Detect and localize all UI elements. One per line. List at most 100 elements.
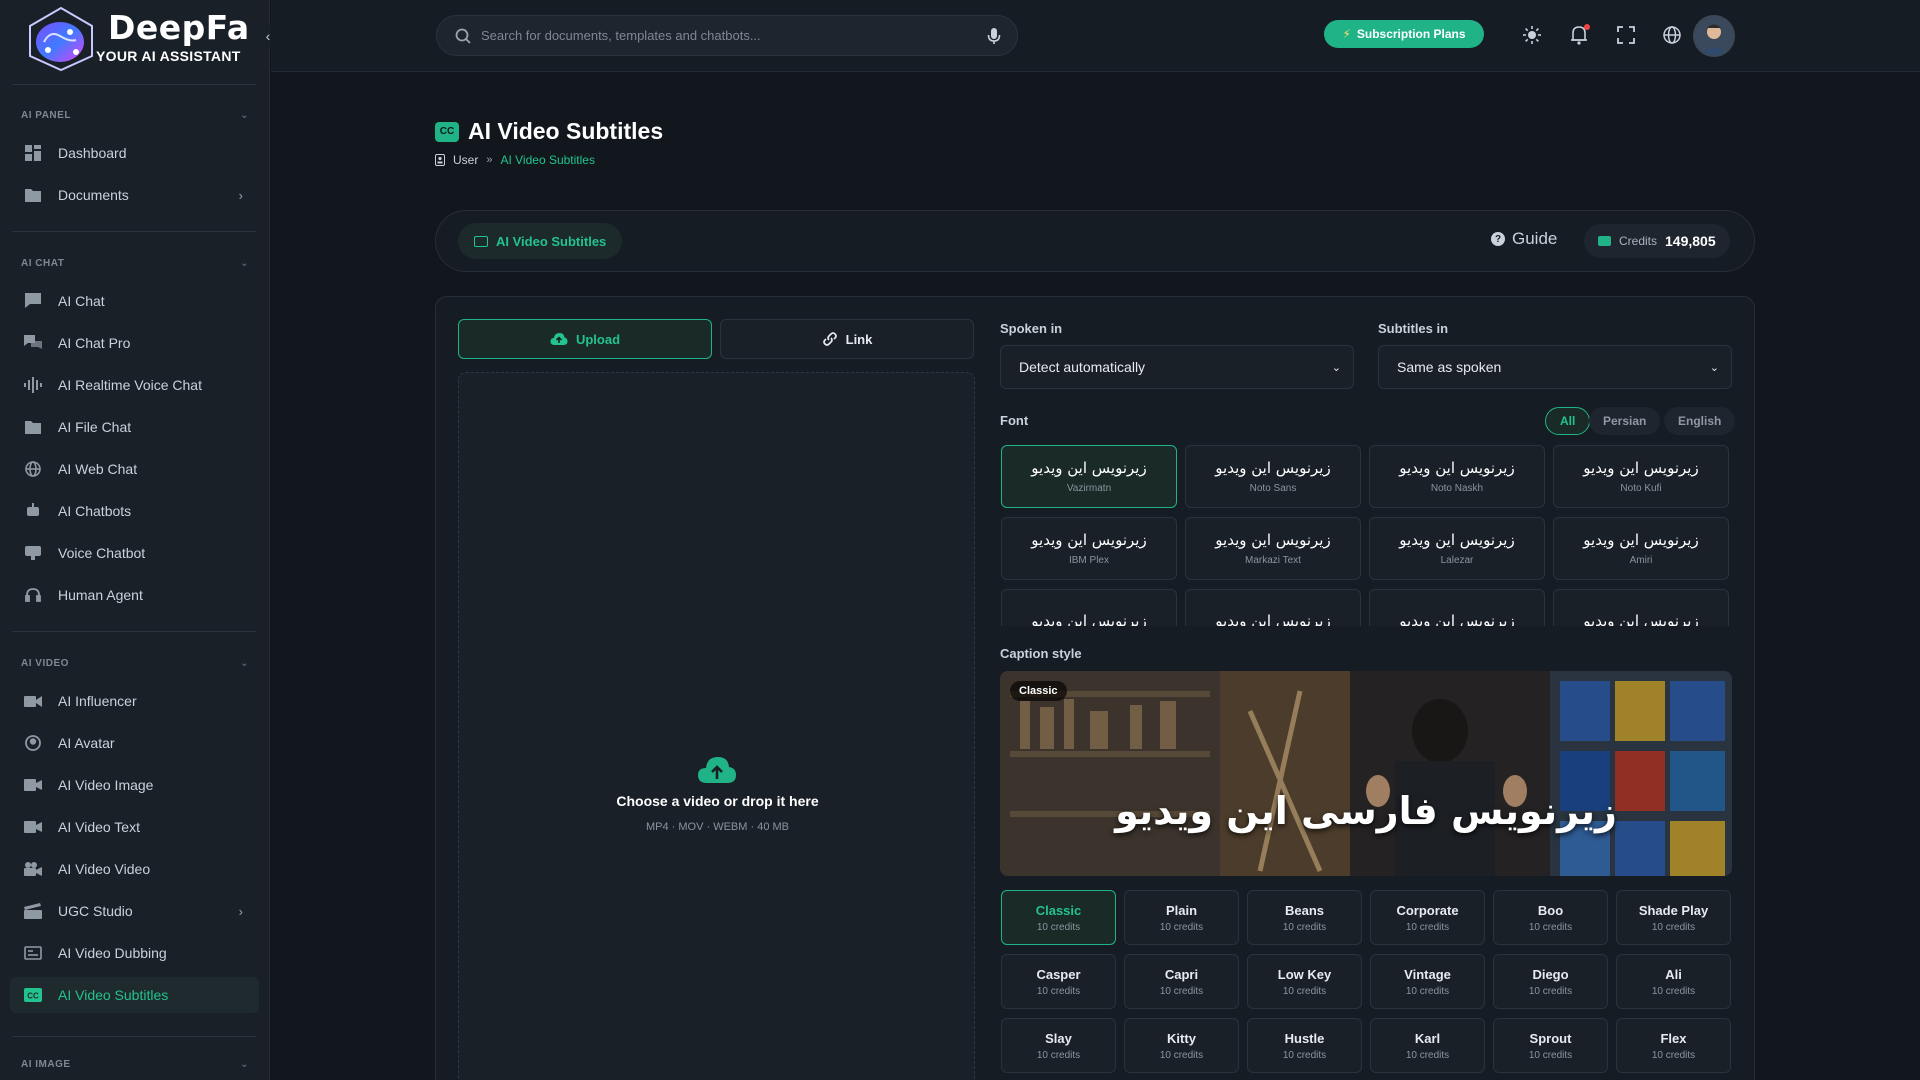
style-cost: 10 credits — [1651, 1049, 1696, 1061]
font-name: Noto Kufi — [1620, 483, 1662, 494]
sidebar-item-label: Dashboard — [58, 145, 127, 161]
sidebar-item-ai-chatbots[interactable]: AI Chatbots — [10, 493, 259, 529]
sidebar-section-ai-panel[interactable]: AI PANEL ⌄ — [21, 105, 251, 125]
font-option[interactable]: زیرنویس این ویدیو Noto Sans — [1185, 445, 1361, 508]
brand[interactable]: DeepFa YOUR AI ASSISTANT — [24, 0, 260, 74]
guide-link[interactable]: ? Guide — [1491, 229, 1557, 249]
sidebar-item-ai-web-chat[interactable]: AI Web Chat — [10, 451, 259, 487]
sidebar-item-ai-video-text[interactable]: AI Video Text — [10, 809, 259, 845]
sidebar-section-ai-video[interactable]: AI VIDEO ⌄ — [21, 653, 251, 673]
caption-style-casper[interactable]: Casper 10 credits — [1001, 954, 1116, 1009]
cc-icon: CC — [435, 121, 459, 142]
sidebar-item-label: Voice Chatbot — [58, 545, 146, 561]
sidebar-item-documents[interactable]: Documents › — [10, 177, 259, 213]
sidebar-item-voice-chatbot[interactable]: Voice Chatbot — [10, 535, 259, 571]
sidebar-item-ai-avatar[interactable]: AI Avatar — [10, 725, 259, 761]
sidebar-item-label: AI Chat — [58, 293, 105, 309]
sidebar-item-dashboard[interactable]: Dashboard — [10, 135, 259, 171]
caption-style-low-key[interactable]: Low Key 10 credits — [1247, 954, 1362, 1009]
sidebar-item-ai-file-chat[interactable]: AI File Chat — [10, 409, 259, 445]
font-option[interactable]: زیرنویس این ویدیو Markazi Text — [1185, 517, 1361, 580]
font-name: IBM Plex — [1068, 555, 1109, 566]
caption-style-beans[interactable]: Beans 10 credits — [1247, 890, 1362, 945]
style-name: Plain — [1165, 902, 1198, 918]
font-option[interactable]: زیرنویس این ویدیو Lalezar — [1369, 517, 1545, 580]
sidebar-item-ai-video-image[interactable]: AI Video Image — [10, 767, 259, 803]
caption-style-sprout[interactable]: Sprout 10 credits — [1493, 1018, 1608, 1073]
section-title: AI IMAGE — [21, 1058, 71, 1070]
sidebar-item-ai-video-subtitles[interactable]: CC AI Video Subtitles — [10, 977, 259, 1013]
caption-style-vintage[interactable]: Vintage 10 credits — [1370, 954, 1485, 1009]
bell-icon[interactable] — [1568, 24, 1590, 46]
font-option[interactable]: زیرنویس این ویدیو Amiri — [1553, 517, 1729, 580]
sidebar-section-ai-image[interactable]: AI IMAGE ⌄ — [21, 1054, 251, 1074]
tool-header: AI Video Subtitles ? Guide Credits 149,8… — [435, 210, 1755, 272]
preview-style-tag: Classic — [1010, 681, 1067, 701]
sidebar-item-human-agent[interactable]: Human Agent — [10, 577, 259, 613]
caption-style-ali[interactable]: Ali 10 credits — [1616, 954, 1731, 1009]
subtitles-in-label: Subtitles in — [1378, 321, 1449, 336]
sidebar-item-ai-chat-pro[interactable]: AI Chat Pro — [10, 325, 259, 361]
font-option[interactable]: زیرنویس این ویدیو — [1001, 589, 1177, 626]
caption-style-slay[interactable]: Slay 10 credits — [1001, 1018, 1116, 1073]
avatar[interactable] — [1693, 15, 1735, 57]
sidebar-item-ai-video-dubbing[interactable]: AI Video Dubbing — [10, 935, 259, 971]
font-filter-persian[interactable]: Persian — [1589, 407, 1661, 435]
font-option[interactable]: زیرنویس این ویدیو Noto Kufi — [1553, 445, 1729, 508]
caption-style-diego[interactable]: Diego 10 credits — [1493, 954, 1608, 1009]
caption-style-hustle[interactable]: Hustle 10 credits — [1247, 1018, 1362, 1073]
link-icon — [822, 332, 837, 346]
fullscreen-icon[interactable] — [1615, 24, 1637, 46]
font-sample: زیرنویس این ویدیو — [1215, 611, 1331, 627]
microphone-icon[interactable] — [987, 27, 1001, 45]
caption-style-karl[interactable]: Karl 10 credits — [1370, 1018, 1485, 1073]
style-name: Hustle — [1284, 1030, 1325, 1046]
sidebar-item-ai-chat[interactable]: AI Chat — [10, 283, 259, 319]
sidebar-item-ai-video-video[interactable]: AI Video Video — [10, 851, 259, 887]
caption-style-plain[interactable]: Plain 10 credits — [1124, 890, 1239, 945]
caption-style-flex[interactable]: Flex 10 credits — [1616, 1018, 1731, 1073]
breadcrumb-root[interactable]: User — [453, 153, 478, 167]
topbar: ⚡ Subscription Plans — [271, 0, 1920, 72]
font-option[interactable]: زیرنویس این ویدیو IBM Plex — [1001, 517, 1177, 580]
font-option[interactable]: زیرنویس این ویدیو — [1553, 589, 1729, 626]
sidebar-item-ai-realtime-voice-chat[interactable]: AI Realtime Voice Chat — [10, 367, 259, 403]
sidebar-item-ai-influencer[interactable]: AI Influencer — [10, 683, 259, 719]
link-tab[interactable]: Link — [720, 319, 974, 359]
tool-pill[interactable]: AI Video Subtitles — [458, 223, 623, 259]
font-filter-english[interactable]: English — [1664, 407, 1736, 435]
video-camera-icon — [24, 860, 42, 878]
style-cost: 10 credits — [1036, 921, 1081, 933]
font-option[interactable]: زیرنویس این ویدیو Vazirmatn — [1001, 445, 1177, 508]
caption-style-kitty[interactable]: Kitty 10 credits — [1124, 1018, 1239, 1073]
sun-icon[interactable] — [1521, 24, 1543, 46]
search-icon — [455, 28, 471, 44]
search-bar[interactable] — [436, 15, 1018, 56]
caption-style-classic[interactable]: Classic 10 credits — [1001, 890, 1116, 945]
subtitles-in-value: Same as spoken — [1397, 359, 1502, 375]
font-option[interactable]: زیرنویس این ویدیو — [1369, 589, 1545, 626]
caption-style-corporate[interactable]: Corporate 10 credits — [1370, 890, 1485, 945]
style-cost: 10 credits — [1528, 921, 1573, 933]
caption-style-shade-play[interactable]: Shade Play 10 credits — [1616, 890, 1731, 945]
sidebar-item-ugc-studio[interactable]: UGC Studio › — [10, 893, 259, 929]
spoken-in-select[interactable]: Detect automatically ⌄ — [1000, 345, 1354, 389]
section-title: AI CHAT — [21, 257, 65, 269]
sidebar-section-ai-chat[interactable]: AI CHAT ⌄ — [21, 253, 251, 273]
upload-tab[interactable]: Upload — [458, 319, 712, 359]
font-filter-all[interactable]: All — [1545, 407, 1591, 435]
sidebar-item-label: AI Avatar — [58, 735, 115, 751]
caption-style-boo[interactable]: Boo 10 credits — [1493, 890, 1608, 945]
video-icon — [24, 776, 42, 794]
subscription-plans-button[interactable]: ⚡ Subscription Plans — [1324, 20, 1484, 48]
search-input[interactable] — [481, 28, 987, 43]
bot-icon — [24, 502, 42, 520]
subtitles-in-select[interactable]: Same as spoken ⌄ — [1378, 345, 1732, 389]
caption-style-capri[interactable]: Capri 10 credits — [1124, 954, 1239, 1009]
font-option[interactable]: زیرنویس این ویدیو Noto Naskh — [1369, 445, 1545, 508]
font-option[interactable]: زیرنویس این ویدیو — [1185, 589, 1361, 626]
style-name: Diego — [1532, 966, 1569, 982]
globe-icon[interactable] — [1661, 24, 1683, 46]
video-dropzone[interactable]: Choose a video or drop it here MP4 · MOV… — [458, 372, 975, 1080]
font-name: Markazi Text — [1245, 555, 1301, 566]
